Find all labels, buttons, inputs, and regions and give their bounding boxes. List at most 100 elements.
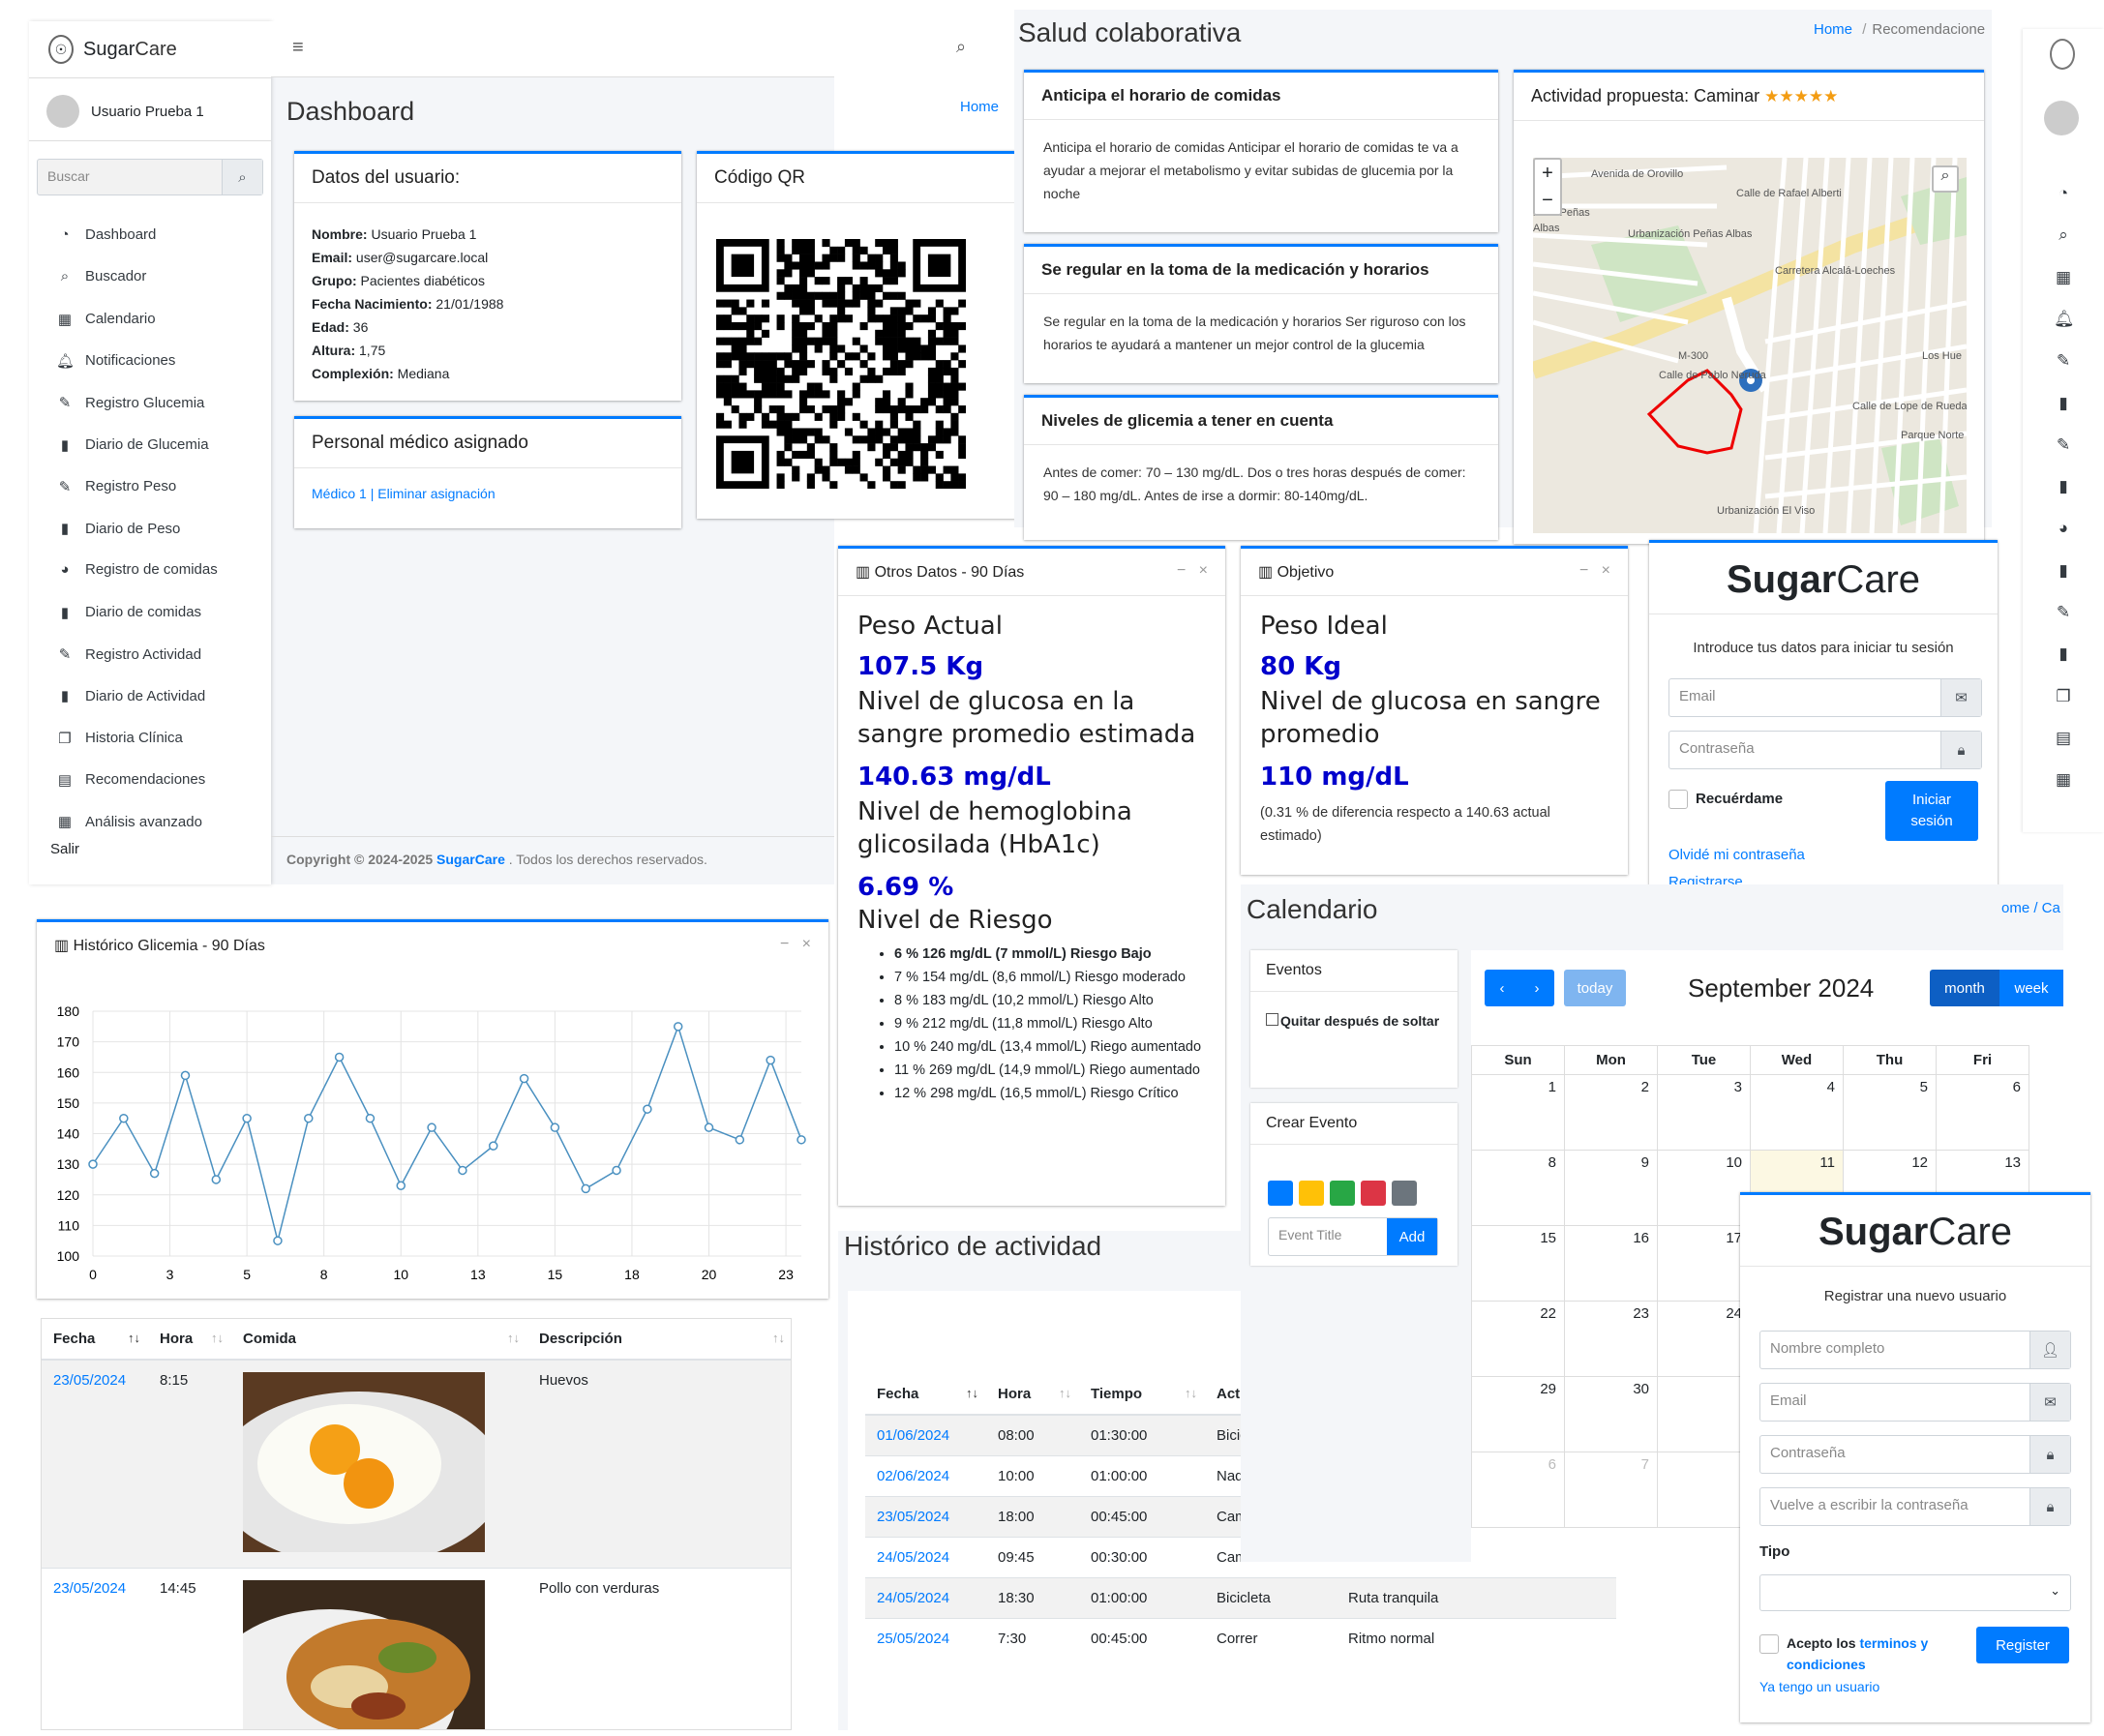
search-icon[interactable]: ⌕: [222, 160, 262, 195]
today-button[interactable]: today: [1564, 970, 1626, 1006]
search-input[interactable]: Buscar: [38, 160, 222, 195]
minimize-icon[interactable]: −: [1579, 562, 1588, 579]
next-month-button[interactable]: ›: [1519, 970, 1554, 1006]
color-swatch[interactable]: [1330, 1181, 1355, 1206]
col-descripcion[interactable]: Descripción ↑↓: [527, 1319, 791, 1361]
minimize-icon[interactable]: −: [1177, 562, 1186, 579]
col-tiempo[interactable]: Tiempo ↑↓: [1079, 1374, 1205, 1416]
calendar-day[interactable]: 1: [1471, 1074, 1565, 1151]
calendar-day[interactable]: 8: [1471, 1150, 1565, 1226]
calendar-day[interactable]: 4: [1750, 1074, 1844, 1151]
close-icon[interactable]: ×: [802, 936, 811, 952]
calendar-day[interactable]: 5: [1843, 1074, 1937, 1151]
sidebar-item-recomendaciones[interactable]: ▤ Recomendaciones: [56, 771, 205, 789]
calendar-day[interactable]: 29: [1471, 1376, 1565, 1452]
calendar-day[interactable]: 23: [1564, 1301, 1658, 1377]
calendar-day[interactable]: 6: [1471, 1452, 1565, 1528]
search-icon[interactable]: ⌕: [2054, 225, 2073, 245]
logo-icon[interactable]: [2050, 39, 2075, 70]
logout-link[interactable]: Salir: [50, 841, 79, 857]
bell-icon[interactable]: 🔔︎: [2054, 310, 2075, 329]
email-field[interactable]: Email ✉: [1759, 1383, 2071, 1422]
calendar-day[interactable]: 10: [1657, 1150, 1751, 1226]
sidebar-item-análisis-avanzado[interactable]: ▦ Análisis avanzado: [56, 813, 202, 831]
close-icon[interactable]: ×: [1602, 562, 1610, 579]
edit-icon[interactable]: ✎: [2054, 603, 2073, 622]
accept-terms-checkbox[interactable]: [1759, 1634, 1779, 1654]
event-title-field[interactable]: Event Title Add: [1268, 1217, 1438, 1256]
confirm-password-field[interactable]: Vuelve a escribir la contraseña 🔒︎: [1759, 1487, 2071, 1526]
calendar-day[interactable]: 24: [1657, 1301, 1751, 1377]
color-swatch[interactable]: [1268, 1181, 1293, 1206]
month-view-button[interactable]: month: [1930, 970, 1999, 1006]
type-select[interactable]: ⌄: [1759, 1574, 2071, 1611]
minimize-icon[interactable]: −: [780, 936, 789, 952]
forgot-password-link[interactable]: Olvidé mi contraseña: [1668, 847, 1805, 863]
search-field[interactable]: Buscar ⌕: [37, 159, 263, 195]
sidebar-item-dashboard[interactable]: ◔ Dashboard: [56, 226, 156, 243]
sidebar-item-diario-de-comidas[interactable]: ▮ Diario de comidas: [56, 604, 201, 621]
calendar-day[interactable]: 16: [1564, 1225, 1658, 1302]
calendar-day[interactable]: 6: [1936, 1074, 2029, 1151]
edit-icon[interactable]: ✎: [2054, 351, 2073, 371]
sidebar-item-calendario[interactable]: ▦ Calendario: [56, 311, 156, 328]
add-event-button[interactable]: Add: [1387, 1218, 1437, 1255]
col-hora[interactable]: Hora ↑↓: [986, 1374, 1079, 1416]
sidebar-item-historia-clínica[interactable]: ❐ Historia Clínica: [56, 730, 183, 747]
doctor-link[interactable]: Médico 1: [312, 486, 367, 501]
sidebar-item-buscador[interactable]: ⌕ Buscador: [56, 268, 147, 284]
password-field[interactable]: Contraseña 🔒︎: [1759, 1435, 2071, 1474]
table-icon[interactable]: ▦: [2054, 770, 2073, 790]
file-icon[interactable]: ▮: [2054, 644, 2073, 664]
sidebar-item-diario-de-peso[interactable]: ▮ Diario de Peso: [56, 520, 181, 538]
breadcrumb-home[interactable]: Home: [960, 99, 999, 115]
email-field[interactable]: Email ✉: [1668, 678, 1982, 717]
sidebar-item-registro-glucemia[interactable]: ✎ Registro Glucemia: [56, 394, 205, 412]
sidebar-item-diario-de-actividad[interactable]: ▮ Diario de Actividad: [56, 687, 205, 705]
edit-icon[interactable]: ✎: [2054, 435, 2073, 455]
user-panel[interactable]: Usuario Prueba 1: [46, 95, 204, 128]
calendar-day[interactable]: 9: [1564, 1150, 1658, 1226]
login-button[interactable]: Iniciar sesión: [1885, 781, 1978, 841]
calendar-day[interactable]: 22: [1471, 1301, 1565, 1377]
col-comida[interactable]: Comida ↑↓: [231, 1319, 527, 1361]
hamburger-icon[interactable]: ≡: [292, 37, 304, 59]
copy-icon[interactable]: ❐: [2054, 687, 2073, 706]
col-hora[interactable]: Hora ↑↓: [148, 1319, 231, 1361]
book-icon[interactable]: ▤: [2054, 729, 2073, 748]
map-search-icon[interactable]: ⌕: [1932, 165, 1959, 193]
col-fecha[interactable]: Fecha ↑↓: [42, 1319, 148, 1361]
sidebar-item-registro-peso[interactable]: ✎ Registro Peso: [56, 478, 177, 495]
remember-checkbox[interactable]: [1668, 790, 1688, 809]
calendar-day[interactable]: 2: [1564, 1074, 1658, 1151]
search-icon[interactable]: ⌕: [956, 37, 966, 57]
sidebar-item-diario-de-glucemia[interactable]: ▮ Diario de Glucemia: [56, 436, 209, 454]
close-icon[interactable]: ×: [1199, 562, 1208, 579]
col-fecha[interactable]: Fecha ↑↓: [865, 1374, 986, 1416]
calendar-day[interactable]: [1657, 1452, 1751, 1528]
password-field[interactable]: Contraseña 🔒︎: [1668, 731, 1982, 769]
calendar-day[interactable]: 3: [1657, 1074, 1751, 1151]
calendar-day[interactable]: 7: [1564, 1452, 1658, 1528]
sidebar-item-registro-actividad[interactable]: ✎ Registro Actividad: [56, 645, 201, 664]
file-icon[interactable]: ▮: [2054, 561, 2073, 581]
pie-chart-icon[interactable]: ◕: [2054, 519, 2073, 538]
zoom-in-button[interactable]: +: [1535, 160, 1560, 187]
file-icon[interactable]: ▮: [2054, 394, 2073, 413]
have-account-link[interactable]: Ya tengo un usuario: [1759, 1679, 1879, 1694]
color-swatch[interactable]: [1299, 1181, 1324, 1206]
prev-month-button[interactable]: ‹: [1485, 970, 1519, 1006]
remove-assignment-link[interactable]: Eliminar asignación: [377, 486, 495, 501]
color-swatch[interactable]: [1361, 1181, 1386, 1206]
dashboard-icon[interactable]: ◔: [2054, 184, 2073, 203]
sidebar-item-notificaciones[interactable]: 🔔︎ Notificaciones: [56, 352, 175, 370]
remove-after-drop-checkbox[interactable]: [1266, 1013, 1278, 1026]
map[interactable]: Avenida de Orovillolema-PeñasAlbasUrbani…: [1533, 158, 1967, 533]
calendar-day[interactable]: 15: [1471, 1225, 1565, 1302]
brand[interactable]: ☉ SugarCare: [48, 35, 177, 64]
color-swatch[interactable]: [1392, 1181, 1417, 1206]
zoom-out-button[interactable]: −: [1535, 187, 1560, 214]
calendar-day[interactable]: 30: [1564, 1376, 1658, 1452]
avatar[interactable]: [2044, 101, 2079, 135]
register-button[interactable]: Register: [1976, 1627, 2069, 1663]
